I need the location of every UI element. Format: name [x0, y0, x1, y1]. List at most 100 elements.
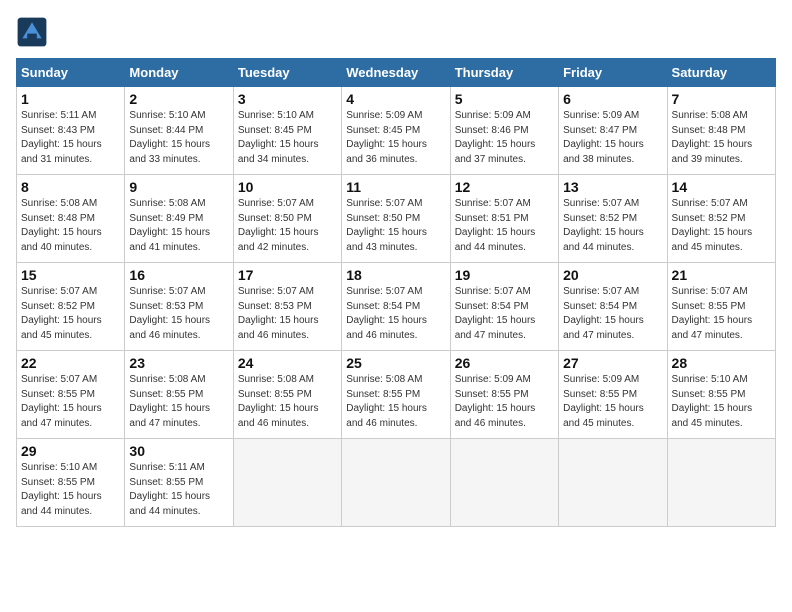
calendar-day-cell: 15 Sunrise: 5:07 AMSunset: 8:52 PMDaylig… [17, 263, 125, 351]
day-number: 20 [563, 267, 662, 283]
day-info: Sunrise: 5:07 AMSunset: 8:50 PMDaylight:… [238, 197, 337, 255]
calendar-header-cell: Monday [125, 59, 233, 87]
day-number: 22 [21, 355, 120, 371]
day-info: Sunrise: 5:07 AMSunset: 8:50 PMDaylight:… [346, 197, 445, 255]
day-number: 15 [21, 267, 120, 283]
day-number: 26 [455, 355, 554, 371]
day-info: Sunrise: 5:07 AMSunset: 8:52 PMDaylight:… [672, 197, 771, 255]
day-info: Sunrise: 5:09 AMSunset: 8:55 PMDaylight:… [455, 373, 554, 431]
calendar-day-cell: 6 Sunrise: 5:09 AMSunset: 8:47 PMDayligh… [559, 87, 667, 175]
calendar-table: SundayMondayTuesdayWednesdayThursdayFrid… [16, 58, 776, 527]
day-info: Sunrise: 5:08 AMSunset: 8:55 PMDaylight:… [346, 373, 445, 431]
day-number: 4 [346, 91, 445, 107]
day-info: Sunrise: 5:07 AMSunset: 8:53 PMDaylight:… [238, 285, 337, 343]
calendar-day-cell: 1 Sunrise: 5:11 AMSunset: 8:43 PMDayligh… [17, 87, 125, 175]
day-info: Sunrise: 5:07 AMSunset: 8:54 PMDaylight:… [563, 285, 662, 343]
calendar-header-cell: Friday [559, 59, 667, 87]
day-info: Sunrise: 5:10 AMSunset: 8:44 PMDaylight:… [129, 109, 228, 167]
day-number: 2 [129, 91, 228, 107]
day-info: Sunrise: 5:07 AMSunset: 8:54 PMDaylight:… [455, 285, 554, 343]
day-info: Sunrise: 5:08 AMSunset: 8:48 PMDaylight:… [21, 197, 120, 255]
day-number: 13 [563, 179, 662, 195]
day-number: 28 [672, 355, 771, 371]
day-number: 14 [672, 179, 771, 195]
calendar-day-cell: 2 Sunrise: 5:10 AMSunset: 8:44 PMDayligh… [125, 87, 233, 175]
day-number: 12 [455, 179, 554, 195]
day-info: Sunrise: 5:07 AMSunset: 8:51 PMDaylight:… [455, 197, 554, 255]
calendar-week-row: 22 Sunrise: 5:07 AMSunset: 8:55 PMDaylig… [17, 351, 776, 439]
calendar-day-cell: 8 Sunrise: 5:08 AMSunset: 8:48 PMDayligh… [17, 175, 125, 263]
day-number: 8 [21, 179, 120, 195]
day-number: 11 [346, 179, 445, 195]
calendar-header-cell: Tuesday [233, 59, 341, 87]
calendar-day-cell: 25 Sunrise: 5:08 AMSunset: 8:55 PMDaylig… [342, 351, 450, 439]
calendar-day-cell: 22 Sunrise: 5:07 AMSunset: 8:55 PMDaylig… [17, 351, 125, 439]
calendar-week-row: 15 Sunrise: 5:07 AMSunset: 8:52 PMDaylig… [17, 263, 776, 351]
day-info: Sunrise: 5:07 AMSunset: 8:55 PMDaylight:… [21, 373, 120, 431]
calendar-day-cell [342, 439, 450, 527]
day-number: 27 [563, 355, 662, 371]
day-info: Sunrise: 5:07 AMSunset: 8:52 PMDaylight:… [21, 285, 120, 343]
day-info: Sunrise: 5:09 AMSunset: 8:47 PMDaylight:… [563, 109, 662, 167]
calendar-day-cell: 23 Sunrise: 5:08 AMSunset: 8:55 PMDaylig… [125, 351, 233, 439]
calendar-day-cell: 12 Sunrise: 5:07 AMSunset: 8:51 PMDaylig… [450, 175, 558, 263]
calendar-day-cell [233, 439, 341, 527]
day-info: Sunrise: 5:10 AMSunset: 8:55 PMDaylight:… [21, 461, 120, 519]
day-number: 23 [129, 355, 228, 371]
day-number: 30 [129, 443, 228, 459]
day-info: Sunrise: 5:07 AMSunset: 8:55 PMDaylight:… [672, 285, 771, 343]
calendar-day-cell: 7 Sunrise: 5:08 AMSunset: 8:48 PMDayligh… [667, 87, 775, 175]
calendar-day-cell: 24 Sunrise: 5:08 AMSunset: 8:55 PMDaylig… [233, 351, 341, 439]
calendar-week-row: 29 Sunrise: 5:10 AMSunset: 8:55 PMDaylig… [17, 439, 776, 527]
day-number: 24 [238, 355, 337, 371]
day-number: 17 [238, 267, 337, 283]
calendar-week-row: 1 Sunrise: 5:11 AMSunset: 8:43 PMDayligh… [17, 87, 776, 175]
calendar-day-cell [450, 439, 558, 527]
calendar-header-row: SundayMondayTuesdayWednesdayThursdayFrid… [17, 59, 776, 87]
calendar-day-cell: 4 Sunrise: 5:09 AMSunset: 8:45 PMDayligh… [342, 87, 450, 175]
calendar-body: 1 Sunrise: 5:11 AMSunset: 8:43 PMDayligh… [17, 87, 776, 527]
day-number: 6 [563, 91, 662, 107]
day-info: Sunrise: 5:09 AMSunset: 8:45 PMDaylight:… [346, 109, 445, 167]
day-number: 1 [21, 91, 120, 107]
day-info: Sunrise: 5:09 AMSunset: 8:55 PMDaylight:… [563, 373, 662, 431]
day-number: 9 [129, 179, 228, 195]
calendar-day-cell: 14 Sunrise: 5:07 AMSunset: 8:52 PMDaylig… [667, 175, 775, 263]
logo [16, 16, 54, 48]
calendar-day-cell: 27 Sunrise: 5:09 AMSunset: 8:55 PMDaylig… [559, 351, 667, 439]
calendar-day-cell: 30 Sunrise: 5:11 AMSunset: 8:55 PMDaylig… [125, 439, 233, 527]
day-number: 18 [346, 267, 445, 283]
day-number: 25 [346, 355, 445, 371]
calendar-day-cell: 18 Sunrise: 5:07 AMSunset: 8:54 PMDaylig… [342, 263, 450, 351]
page-header [16, 16, 776, 48]
calendar-day-cell: 11 Sunrise: 5:07 AMSunset: 8:50 PMDaylig… [342, 175, 450, 263]
day-number: 3 [238, 91, 337, 107]
logo-icon [16, 16, 48, 48]
calendar-day-cell: 19 Sunrise: 5:07 AMSunset: 8:54 PMDaylig… [450, 263, 558, 351]
calendar-day-cell [667, 439, 775, 527]
day-number: 7 [672, 91, 771, 107]
calendar-day-cell: 9 Sunrise: 5:08 AMSunset: 8:49 PMDayligh… [125, 175, 233, 263]
calendar-day-cell: 13 Sunrise: 5:07 AMSunset: 8:52 PMDaylig… [559, 175, 667, 263]
day-info: Sunrise: 5:11 AMSunset: 8:55 PMDaylight:… [129, 461, 228, 519]
calendar-day-cell: 26 Sunrise: 5:09 AMSunset: 8:55 PMDaylig… [450, 351, 558, 439]
calendar-day-cell [559, 439, 667, 527]
day-info: Sunrise: 5:11 AMSunset: 8:43 PMDaylight:… [21, 109, 120, 167]
day-info: Sunrise: 5:08 AMSunset: 8:49 PMDaylight:… [129, 197, 228, 255]
day-number: 21 [672, 267, 771, 283]
day-number: 16 [129, 267, 228, 283]
day-info: Sunrise: 5:07 AMSunset: 8:53 PMDaylight:… [129, 285, 228, 343]
day-info: Sunrise: 5:08 AMSunset: 8:55 PMDaylight:… [129, 373, 228, 431]
calendar-header-cell: Wednesday [342, 59, 450, 87]
calendar-header-cell: Thursday [450, 59, 558, 87]
calendar-day-cell: 5 Sunrise: 5:09 AMSunset: 8:46 PMDayligh… [450, 87, 558, 175]
calendar-day-cell: 3 Sunrise: 5:10 AMSunset: 8:45 PMDayligh… [233, 87, 341, 175]
calendar-day-cell: 17 Sunrise: 5:07 AMSunset: 8:53 PMDaylig… [233, 263, 341, 351]
day-info: Sunrise: 5:07 AMSunset: 8:54 PMDaylight:… [346, 285, 445, 343]
calendar-day-cell: 29 Sunrise: 5:10 AMSunset: 8:55 PMDaylig… [17, 439, 125, 527]
calendar-week-row: 8 Sunrise: 5:08 AMSunset: 8:48 PMDayligh… [17, 175, 776, 263]
day-number: 5 [455, 91, 554, 107]
day-info: Sunrise: 5:10 AMSunset: 8:45 PMDaylight:… [238, 109, 337, 167]
calendar-day-cell: 28 Sunrise: 5:10 AMSunset: 8:55 PMDaylig… [667, 351, 775, 439]
day-info: Sunrise: 5:08 AMSunset: 8:48 PMDaylight:… [672, 109, 771, 167]
